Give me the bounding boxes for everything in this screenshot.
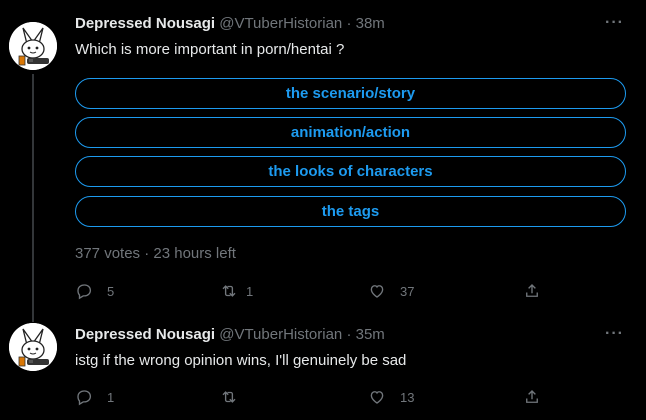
poll-time-left: 23 hours left xyxy=(153,245,236,262)
reply-count: 1 xyxy=(107,389,115,405)
timestamp[interactable]: 35m xyxy=(356,326,385,343)
tweet-text: Which is more important in porn/hentai ? xyxy=(75,41,345,58)
timestamp[interactable]: 38m xyxy=(356,15,385,32)
tweet-poll[interactable]: Depressed Nousagi @VTuberHistorian · 38m… xyxy=(0,0,646,313)
like-count: 13 xyxy=(400,389,415,405)
more-options-icon[interactable]: ··· xyxy=(605,14,624,32)
retweet-icon xyxy=(222,285,236,297)
share-button[interactable] xyxy=(523,385,541,409)
reply-icon xyxy=(77,390,92,406)
poll-option-4[interactable]: the tags xyxy=(75,196,626,227)
thread-connector xyxy=(32,74,34,313)
share-button[interactable] xyxy=(523,279,541,303)
display-name[interactable]: Depressed Nousagi xyxy=(75,15,215,32)
retweet-count: 1 xyxy=(246,283,254,299)
reply-button[interactable]: 5 xyxy=(75,279,114,303)
share-icon xyxy=(526,284,538,297)
bunny-avatar-icon xyxy=(9,22,57,70)
separator: · xyxy=(346,15,352,32)
user-handle[interactable]: @VTuberHistorian xyxy=(219,15,342,32)
avatar[interactable] xyxy=(9,323,57,371)
poll-option-1[interactable]: the scenario/story xyxy=(75,78,626,109)
heart-icon xyxy=(370,285,384,298)
tweet-header: Depressed Nousagi @VTuberHistorian · 35m xyxy=(75,326,385,343)
like-button[interactable]: 37 xyxy=(368,279,414,303)
bunny-avatar-icon xyxy=(9,323,57,371)
separator: · xyxy=(346,326,352,343)
retweet-button[interactable] xyxy=(220,385,252,409)
like-count: 37 xyxy=(400,283,415,299)
display-name[interactable]: Depressed Nousagi xyxy=(75,326,215,343)
share-icon xyxy=(526,390,538,403)
poll-option-3[interactable]: the looks of characters xyxy=(75,156,626,187)
tweet-text: istg if the wrong opinion wins, I'll gen… xyxy=(75,352,407,369)
poll-meta: 377 votes · 23 hours left xyxy=(75,245,236,262)
reply-count: 5 xyxy=(107,283,115,299)
more-options-icon[interactable]: ··· xyxy=(605,325,624,343)
thread-connector xyxy=(32,313,34,322)
poll-option-2[interactable]: animation/action xyxy=(75,117,626,148)
tweet-reply[interactable]: Depressed Nousagi @VTuberHistorian · 35m… xyxy=(0,313,646,420)
poll-vote-count: 377 votes xyxy=(75,245,141,262)
reply-button[interactable]: 1 xyxy=(75,385,114,409)
retweet-button[interactable]: 1 xyxy=(220,279,253,303)
retweet-icon xyxy=(222,391,236,403)
heart-icon xyxy=(370,391,384,404)
reply-icon xyxy=(77,284,92,300)
avatar[interactable] xyxy=(9,22,57,70)
like-button[interactable]: 13 xyxy=(368,385,414,409)
action-bar: 5 1 37 xyxy=(75,279,555,303)
user-handle[interactable]: @VTuberHistorian xyxy=(219,326,342,343)
action-bar: 1 13 xyxy=(75,385,555,409)
tweet-header: Depressed Nousagi @VTuberHistorian · 38m xyxy=(75,15,385,32)
separator: · xyxy=(144,245,150,262)
